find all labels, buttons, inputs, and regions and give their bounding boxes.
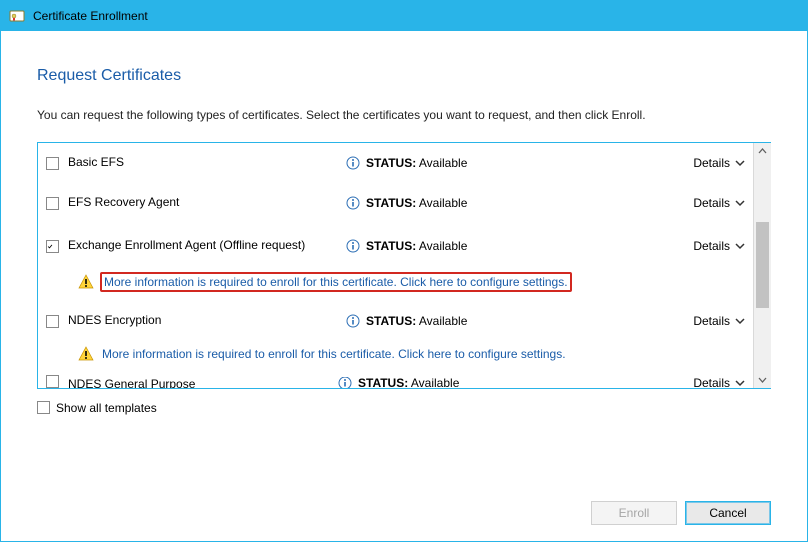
chevron-down-icon — [735, 158, 745, 168]
warning-icon — [78, 274, 94, 290]
details-expander[interactable]: Details — [655, 156, 753, 170]
certificate-enrollment-window: Certificate Enrollment Request Certifica… — [0, 0, 808, 542]
content-area: Request Certificates You can request the… — [1, 31, 807, 541]
app-icon — [9, 8, 25, 24]
checkbox-basic-efs[interactable] — [46, 157, 59, 170]
checkbox-ndes-encryption[interactable] — [46, 315, 59, 328]
certificate-name: EFS Recovery Agent — [68, 195, 346, 210]
details-expander[interactable]: Details — [655, 239, 753, 253]
scroll-thumb[interactable] — [756, 222, 769, 308]
titlebar: Certificate Enrollment — [1, 1, 807, 31]
certificate-status: STATUS: Available — [338, 377, 655, 388]
checkbox-efs-recovery-agent[interactable] — [46, 197, 59, 210]
checkbox-exchange-enrollment-agent[interactable] — [46, 240, 59, 253]
show-all-templates-row: Show all templates — [37, 401, 771, 415]
more-info-row-exchange: More information is required to enroll f… — [38, 269, 753, 295]
scroll-up-arrow[interactable] — [754, 143, 771, 160]
more-info-row-ndes: More information is required to enroll f… — [38, 341, 753, 367]
certificate-name: NDES General Purpose — [68, 377, 338, 388]
info-icon — [346, 314, 360, 328]
details-expander[interactable]: Details — [655, 314, 753, 328]
certificate-name: NDES Encryption — [68, 313, 346, 328]
page-title: Request Certificates — [37, 67, 771, 85]
certificate-row-ndes-general-purpose[interactable]: NDES General Purpose STATUS: Available D… — [38, 373, 753, 388]
show-all-templates-label: Show all templates — [56, 401, 157, 415]
configure-settings-link[interactable]: More information is required to enroll f… — [102, 347, 566, 361]
certificate-status: STATUS: Available — [346, 239, 655, 253]
enroll-button[interactable]: Enroll — [591, 501, 677, 525]
certificate-status: STATUS: Available — [346, 196, 655, 210]
certificate-row-ndes-encryption[interactable]: NDES Encryption STATUS: Available Detail… — [38, 301, 753, 341]
button-row: Enroll Cancel — [37, 477, 771, 525]
certificate-name: Exchange Enrollment Agent (Offline reque… — [68, 238, 346, 253]
info-icon — [346, 196, 360, 210]
details-expander[interactable]: Details — [655, 196, 753, 210]
vertical-scrollbar[interactable] — [753, 143, 771, 388]
certificate-row-efs-recovery-agent[interactable]: EFS Recovery Agent STATUS: Available Det… — [38, 183, 753, 223]
certificate-list-viewport: Basic EFS STATUS: Available Details — [38, 143, 753, 388]
details-expander[interactable]: Details — [655, 377, 753, 388]
certificate-row-basic-efs[interactable]: Basic EFS STATUS: Available Details — [38, 143, 753, 183]
checkbox-show-all-templates[interactable] — [37, 401, 50, 414]
info-icon — [346, 156, 360, 170]
certificate-row-exchange-enrollment-agent[interactable]: Exchange Enrollment Agent (Offline reque… — [38, 223, 753, 269]
chevron-down-icon — [735, 316, 745, 326]
certificate-list: Basic EFS STATUS: Available Details — [37, 142, 771, 389]
chevron-down-icon — [735, 198, 745, 208]
scroll-track[interactable] — [754, 160, 771, 371]
warning-icon — [78, 346, 94, 362]
certificate-name: Basic EFS — [68, 155, 346, 170]
cancel-button[interactable]: Cancel — [685, 501, 771, 525]
page-subtitle: You can request the following types of c… — [37, 107, 737, 124]
checkbox-ndes-general-purpose[interactable] — [46, 375, 59, 388]
certificate-status: STATUS: Available — [346, 314, 655, 328]
chevron-down-icon — [735, 378, 745, 388]
certificate-status: STATUS: Available — [346, 156, 655, 170]
configure-settings-link[interactable]: More information is required to enroll f… — [100, 272, 572, 292]
info-icon — [346, 239, 360, 253]
scroll-down-arrow[interactable] — [754, 371, 771, 388]
chevron-down-icon — [735, 241, 745, 251]
info-icon — [338, 377, 352, 388]
window-title: Certificate Enrollment — [33, 9, 148, 23]
